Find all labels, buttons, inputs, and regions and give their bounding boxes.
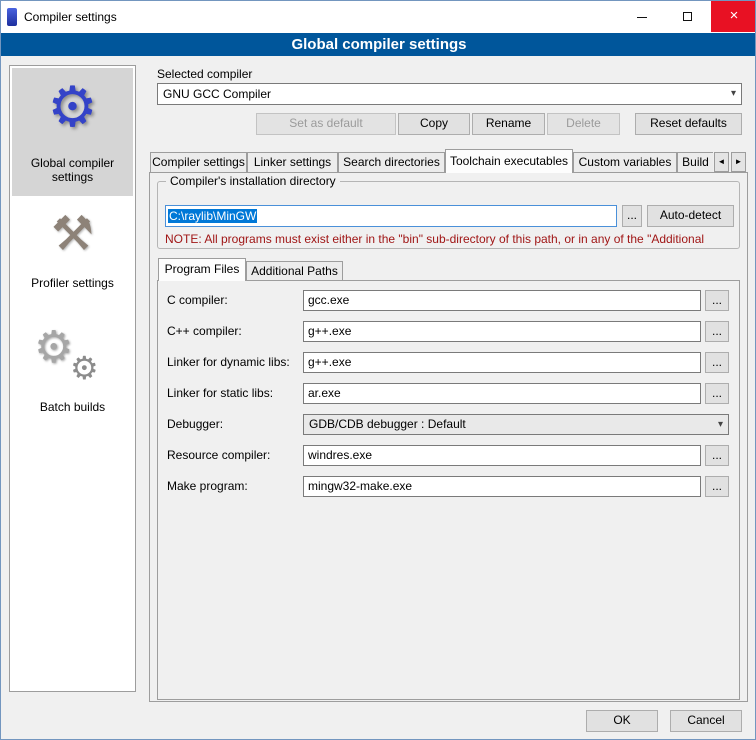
gear-icon: ⚙ — [12, 70, 133, 144]
linker-static-label: Linker for static libs: — [167, 386, 273, 400]
cancel-button[interactable]: Cancel — [670, 710, 742, 732]
sidebar-item-batch-builds[interactable]: ⚙ ⚙ Batch builds — [12, 324, 133, 420]
gear-icon: ⚙ — [34, 326, 73, 370]
sidebar-item-label: Batch builds — [12, 400, 133, 414]
sidebar-item-profiler-settings[interactable]: ⚒ Profiler settings — [12, 198, 133, 294]
cpp-compiler-browse-button[interactable]: ... — [705, 321, 729, 342]
tab-custom-variables[interactable]: Custom variables — [573, 152, 677, 172]
installation-directory-value: C:\raylib\MinGW — [168, 209, 257, 223]
c-compiler-label: C compiler: — [167, 293, 228, 307]
cpp-compiler-label: C++ compiler: — [167, 324, 242, 338]
dialog-header: Global compiler settings — [1, 33, 756, 56]
resource-compiler-browse-button[interactable]: ... — [705, 445, 729, 466]
linker-dynamic-browse-button[interactable]: ... — [705, 352, 729, 373]
c-compiler-input[interactable]: gcc.exe — [303, 290, 701, 311]
installation-directory-browse-button[interactable]: ... — [622, 205, 642, 227]
minimize-icon — [637, 17, 647, 18]
sidebar-item-label: Profiler settings — [12, 276, 133, 290]
make-program-browse-button[interactable]: ... — [705, 476, 729, 497]
compiler-select-value: GNU GCC Compiler — [163, 87, 271, 101]
set-as-default-button: Set as default — [256, 113, 396, 135]
rename-button[interactable]: Rename — [472, 113, 545, 135]
copy-button[interactable]: Copy — [398, 113, 470, 135]
debugger-select[interactable]: GDB/CDB debugger : Default ▾ — [303, 414, 729, 435]
maximize-button[interactable] — [665, 1, 711, 32]
minimize-button[interactable] — [619, 1, 665, 32]
maximize-icon — [683, 12, 692, 21]
titlebar: Compiler settings × — [1, 1, 756, 33]
resource-compiler-label: Resource compiler: — [167, 448, 270, 462]
subtab-additional-paths[interactable]: Additional Paths — [246, 261, 343, 280]
tab-linker-settings[interactable]: Linker settings — [247, 152, 338, 172]
linker-dynamic-input[interactable]: g++.exe — [303, 352, 701, 373]
make-program-input[interactable]: mingw32-make.exe — [303, 476, 701, 497]
app-icon — [7, 8, 17, 26]
auto-detect-button[interactable]: Auto-detect — [647, 205, 734, 227]
batch-gears-icon: ⚙ ⚙ — [12, 324, 133, 396]
note-text: NOTE: All programs must exist either in … — [165, 232, 743, 246]
selected-compiler-label: Selected compiler — [157, 67, 252, 81]
window-title: Compiler settings — [24, 10, 117, 24]
tab-build-options[interactable]: Build — [677, 152, 713, 172]
debugger-label: Debugger: — [167, 417, 223, 431]
sidebar-item-global-compiler-settings[interactable]: ⚙ Global compiler settings — [12, 68, 133, 196]
subtab-program-files[interactable]: Program Files — [158, 258, 246, 281]
make-program-label: Make program: — [167, 479, 248, 493]
gear-icon: ⚙ — [70, 352, 99, 384]
linker-static-input[interactable]: ar.exe — [303, 383, 701, 404]
tab-scroll-right-icon[interactable]: ► — [731, 152, 746, 172]
profiler-tool-icon: ⚒ — [12, 200, 133, 270]
delete-button: Delete — [547, 113, 620, 135]
chevron-down-icon: ▾ — [731, 84, 736, 104]
linker-dynamic-label: Linker for dynamic libs: — [167, 355, 290, 369]
linker-static-browse-button[interactable]: ... — [705, 383, 729, 404]
reset-defaults-button[interactable]: Reset defaults — [635, 113, 742, 135]
debugger-select-value: GDB/CDB debugger : Default — [309, 417, 466, 431]
settings-category-list: ⚙ Global compiler settings ⚒ Profiler se… — [9, 65, 136, 692]
tab-search-directories[interactable]: Search directories — [338, 152, 445, 172]
sidebar-item-label: Global compiler settings — [12, 156, 133, 184]
chevron-down-icon: ▾ — [718, 415, 723, 434]
compiler-settings-window: Compiler settings × Global compiler sett… — [0, 0, 756, 740]
close-button[interactable]: × — [711, 1, 756, 32]
tab-compiler-settings[interactable]: Compiler settings — [150, 152, 247, 172]
installation-directory-input[interactable]: C:\raylib\MinGW — [165, 205, 617, 227]
c-compiler-browse-button[interactable]: ... — [705, 290, 729, 311]
installation-directory-group-title: Compiler's installation directory — [166, 174, 340, 188]
tab-scroll-left-icon[interactable]: ◄ — [714, 152, 729, 172]
compiler-select[interactable]: GNU GCC Compiler ▾ — [157, 83, 742, 105]
resource-compiler-input[interactable]: windres.exe — [303, 445, 701, 466]
cpp-compiler-input[interactable]: g++.exe — [303, 321, 701, 342]
tab-toolchain-executables[interactable]: Toolchain executables — [445, 149, 573, 173]
ok-button[interactable]: OK — [586, 710, 658, 732]
